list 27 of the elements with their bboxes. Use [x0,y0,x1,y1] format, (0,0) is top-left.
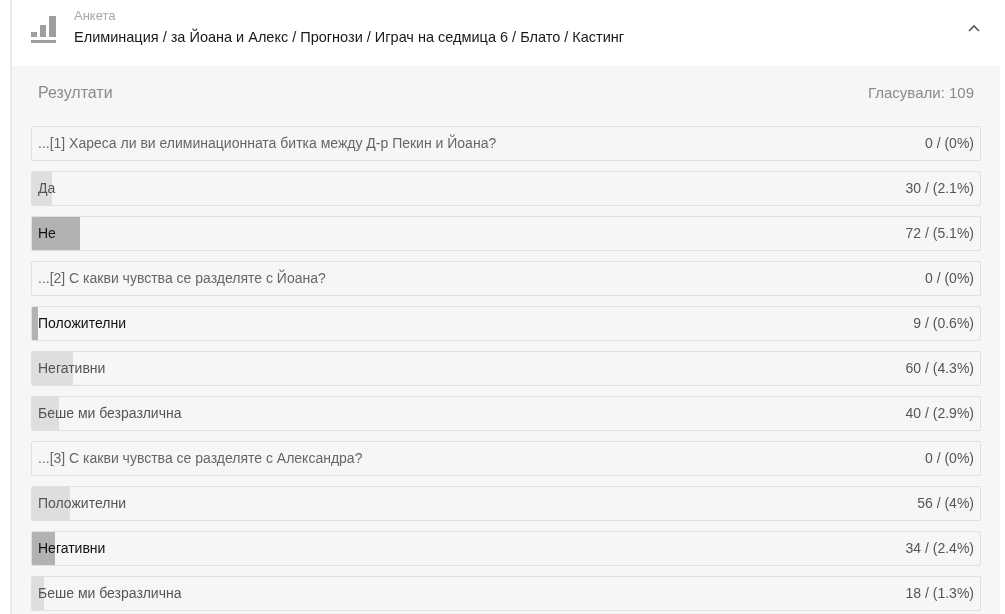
vote-count: 60 / (4.3%) [905,359,974,378]
answer-label: Беше ми безразлична [38,404,182,423]
section-label: Анкета [74,8,117,24]
vote-count: 0 / (0%) [925,269,974,288]
answer-label: Положителни [38,494,126,513]
vote-count: 9 / (0.6%) [913,314,974,333]
answer-label: Положителни [38,314,126,333]
answer-label: Беше ми безразлична [38,584,182,603]
bar-chart-icon [31,16,58,43]
vote-count: 18 / (1.3%) [905,584,974,603]
vote-count: 72 / (5.1%) [905,224,974,243]
vote-count: 34 / (2.4%) [905,539,974,558]
breadcrumb: Елиминация / за Йоана и Алекс / Прогнози / Играч на седмица 6 / Блато / Кастинг [74,28,625,46]
question-text: ...[1] Хареса ли ви елиминационната битка между Д-р Пекин и Йоана? [38,133,497,153]
question-text: ...[2] С какви чувства се разделяте с Йоана? [38,268,326,288]
results-title: Резултати [38,83,113,103]
answer-label: Не [38,224,56,243]
vote-count: 0 / (0%) [925,449,974,468]
vote-count: 30 / (2.1%) [905,179,974,198]
vote-count: 40 / (2.9%) [905,404,974,423]
vote-total: Гласували: 109 [868,82,974,103]
vote-count: 56 / (4%) [917,494,974,513]
answer-label: Да [38,179,56,198]
question-text: ...[3] С какви чувства се разделяте с Александра? [38,449,363,468]
vote-count: 0 / (0%) [925,134,974,153]
answer-label: Негативни [38,539,106,558]
answer-label: Негативни [38,359,106,378]
